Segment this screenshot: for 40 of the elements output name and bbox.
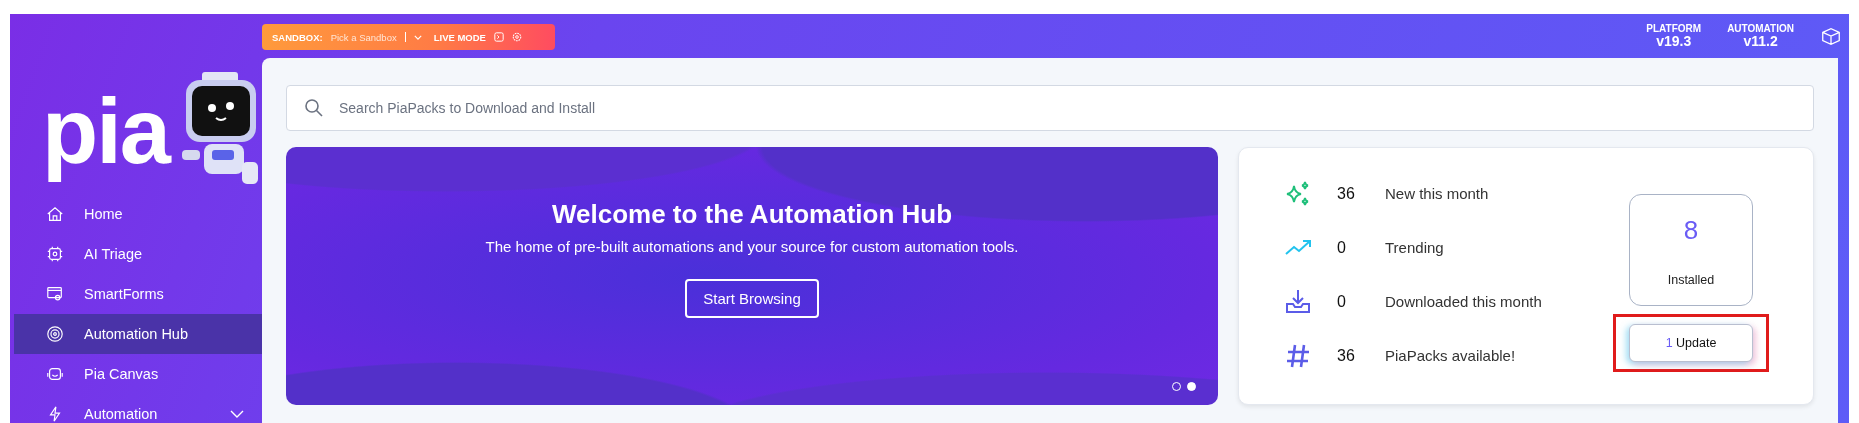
nav-item[interactable]: Pia Canvas <box>14 354 262 394</box>
stat-count: 0 <box>1337 238 1347 257</box>
installed-label: Installed <box>1667 273 1715 287</box>
installed-count: 8 <box>1683 215 1699 246</box>
version-number: v19.3 <box>1656 33 1692 50</box>
target-icon <box>46 325 64 343</box>
carousel-dot[interactable] <box>1187 382 1196 391</box>
search-field[interactable]: Search PiaPacks to Download and Install <box>286 85 1814 131</box>
sandbox-label: SANDBOX: <box>272 31 323 43</box>
start-browsing-button[interactable]: Start Browsing <box>685 279 819 318</box>
robot-icon <box>46 365 64 383</box>
nav-item[interactable]: Home <box>14 194 262 234</box>
installed-card[interactable]: 8 Installed <box>1629 194 1753 306</box>
download-icon <box>1284 287 1312 316</box>
version-label: PLATFORM <box>1646 22 1702 34</box>
bolt-icon <box>46 405 64 423</box>
banner-title: Welcome to the Automation Hub <box>551 199 953 230</box>
stat-count: 0 <box>1337 292 1347 311</box>
stat-label: PiaPacks available! <box>1385 347 1516 364</box>
stat-count: 36 <box>1337 346 1356 365</box>
stat-label: New this month <box>1385 185 1489 202</box>
stat-count: 36 <box>1337 184 1356 203</box>
nav-item[interactable]: SmartForms <box>14 274 262 314</box>
nav-item[interactable]: Automation Hub <box>14 314 262 354</box>
form-icon <box>46 285 64 303</box>
settings-icon[interactable] <box>511 32 522 42</box>
version-number: v11.2 <box>1743 33 1778 50</box>
update-button[interactable]: 1 Update <box>1629 324 1753 362</box>
home-icon <box>46 205 64 223</box>
package-icon[interactable] <box>1820 25 1842 47</box>
stat-label: Downloaded this month <box>1385 293 1542 310</box>
mode-label: LIVE MODE <box>433 31 486 43</box>
nav-item[interactable]: Automation <box>14 394 262 423</box>
banner-subtitle: The home of pre-built automations and your source for custom automation tools. <box>485 238 1019 255</box>
logo-text: pia <box>41 79 172 184</box>
search-icon <box>304 98 324 118</box>
stat-label: Trending <box>1385 239 1444 256</box>
nav-item[interactable]: AI Triage <box>14 234 262 274</box>
version-label: AUTOMATION <box>1727 22 1794 34</box>
chip-icon <box>46 245 64 263</box>
